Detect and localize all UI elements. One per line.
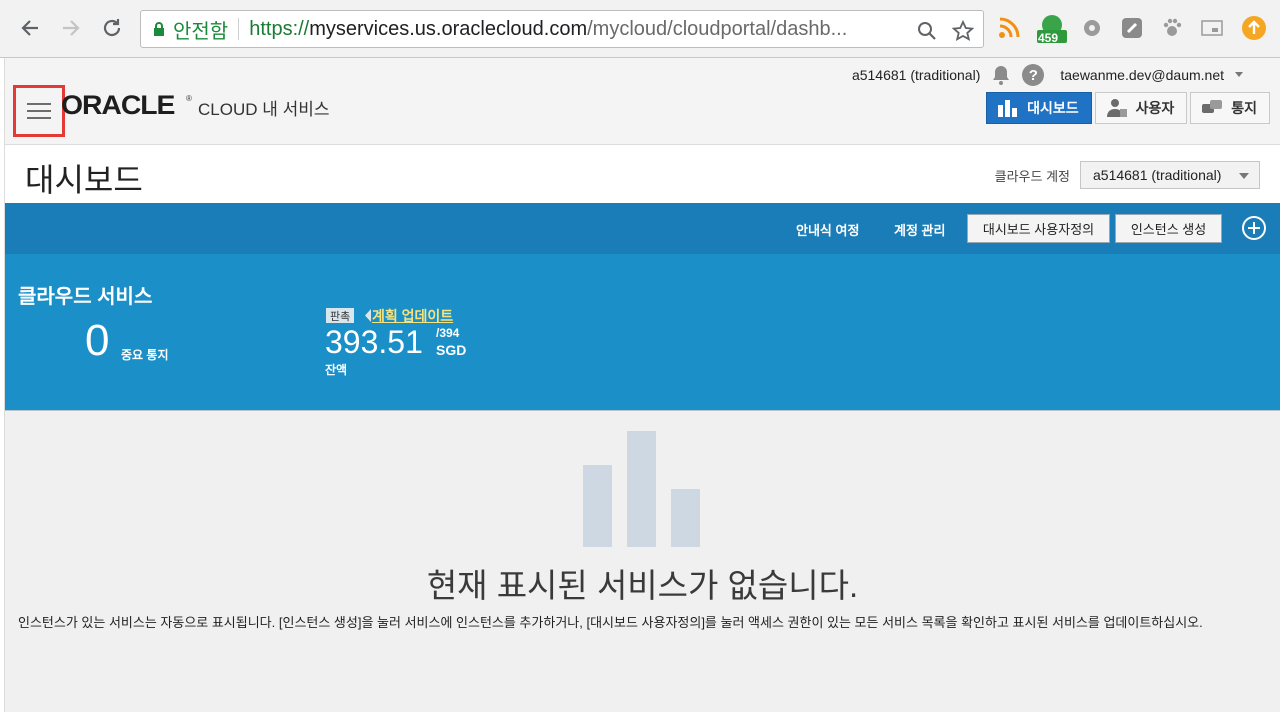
rss-extension-icon[interactable] — [995, 14, 1023, 42]
add-icon[interactable] — [1242, 216, 1266, 240]
lock-icon — [154, 21, 164, 36]
users-icon — [1106, 99, 1127, 117]
header-account-bar: a514681 (traditional) ? taewanme.dev@dau… — [852, 64, 1244, 86]
tab-notifications[interactable]: 통지 — [1190, 92, 1270, 124]
hamburger-line — [27, 117, 51, 119]
back-arrow-icon — [21, 20, 38, 36]
user-menu-caret-icon[interactable] — [1234, 71, 1244, 79]
tab-label: 대시보드 — [1027, 100, 1079, 116]
empty-chart-icon — [583, 431, 703, 547]
oracle-logo: ORACLE — [61, 90, 175, 120]
cloud-account-value: a514681 (traditional) — [1093, 167, 1222, 183]
customize-dashboard-button[interactable]: 대시보드 사용자정의 — [967, 214, 1110, 243]
secure-indicator: 안전함 — [153, 15, 228, 44]
bookmark-star-icon[interactable] — [951, 19, 975, 43]
browser-toolbar: 안전함 https://myservices.us.oraclecloud.co… — [0, 0, 1280, 58]
tab-label: 통지 — [1231, 100, 1257, 116]
mail-extension-icon[interactable]: 459 — [1034, 14, 1070, 45]
reload-icon — [103, 19, 121, 37]
important-notice-count[interactable]: 0 — [85, 316, 109, 366]
url-path: /mycloud/cloudportal/dashb... — [587, 17, 848, 40]
balance-amount: 393.51 — [325, 324, 423, 360]
cloud-account-label: 클라우드 계정 — [994, 169, 1070, 184]
back-button[interactable] — [14, 12, 46, 44]
balance-max: /394 — [436, 326, 460, 340]
header-account-name: a514681 (traditional) — [851, 67, 981, 83]
reload-button[interactable] — [96, 12, 128, 44]
plan-update-link[interactable]: 계획 업데이트 — [372, 306, 453, 326]
page-title-row: 대시보드 클라우드 계정 a514681 (traditional) — [5, 145, 1280, 203]
user-email[interactable]: taewanme.dev@daum.net — [1060, 67, 1224, 83]
hamburger-line — [27, 103, 51, 105]
create-instance-button[interactable]: 인스턴스 생성 — [1115, 214, 1222, 243]
navigation-menu-button[interactable] — [13, 85, 65, 137]
summary-title: 클라우드 서비스 — [18, 286, 153, 308]
tab-dashboard[interactable]: 대시보드 — [986, 92, 1092, 124]
page-title: 대시보드 — [25, 162, 143, 198]
notifications-icon — [1202, 100, 1223, 113]
cloud-services-summary: 클라우드 서비스 0 중요 통지 판촉 계획 업데이트 393.51 /394 … — [5, 254, 1280, 410]
zoom-icon[interactable] — [915, 19, 939, 43]
empty-state: 현재 표시된 서비스가 없습니다. 인스턴스가 있는 서비스는 자동으로 표시됩… — [5, 410, 1280, 712]
empty-state-description: 인스턴스가 있는 서비스는 자동으로 표시됩니다. [인스턴스 생성]을 눌러 … — [18, 615, 1203, 630]
important-notice-label: 중요 통지 — [121, 348, 169, 362]
update-arrow-icon[interactable] — [1240, 14, 1268, 42]
forward-button[interactable] — [55, 12, 87, 44]
bell-icon[interactable] — [990, 64, 1012, 86]
tag-arrow-icon — [365, 309, 371, 322]
bar-chart-icon — [998, 100, 1018, 117]
cloud-account-select[interactable]: a514681 (traditional) — [1080, 161, 1260, 189]
window-extension-icon[interactable] — [1198, 14, 1226, 42]
paw-extension-icon[interactable] — [1158, 14, 1186, 42]
settings-gear-icon[interactable] — [1078, 14, 1106, 42]
help-icon[interactable]: ? — [1022, 64, 1045, 86]
url-scheme: https:// — [249, 17, 310, 40]
address-separator — [238, 18, 240, 40]
balance-label: 잔액 — [325, 363, 348, 377]
url-host: myservices.us.oraclecloud.com — [309, 17, 588, 40]
promotion-tag: 판촉 — [326, 308, 355, 323]
tab-label: 사용자 — [1135, 100, 1175, 116]
address-bar[interactable]: 안전함 https://myservices.us.oraclecloud.co… — [140, 10, 984, 48]
forward-arrow-icon — [63, 20, 80, 36]
hamburger-line — [27, 110, 51, 112]
secure-label: 안전함 — [173, 20, 229, 43]
tab-users[interactable]: 사용자 — [1094, 92, 1188, 124]
dashboard-toolbar: 안내식 여정 계정 관리 대시보드 사용자정의 인스턴스 생성 — [5, 203, 1280, 254]
empty-state-title: 현재 표시된 서비스가 없습니다. — [426, 567, 859, 604]
cloud-services-title: CLOUD 내 서비스 — [198, 100, 330, 119]
registered-mark: ® — [186, 94, 192, 103]
balance-currency: SGD — [436, 342, 467, 358]
extension-badge: 459 — [1038, 31, 1059, 45]
shield-extension-icon[interactable] — [1118, 14, 1146, 42]
guided-tour-link[interactable]: 안내식 여정 — [796, 220, 859, 239]
oracle-header: ORACLE ® CLOUD 내 서비스 a514681 (traditiona… — [5, 58, 1280, 145]
chevron-down-icon — [1239, 173, 1249, 179]
header-tabs: 대시보드 사용자 통지 — [986, 92, 1270, 124]
manage-account-link[interactable]: 계정 관리 — [894, 220, 945, 239]
